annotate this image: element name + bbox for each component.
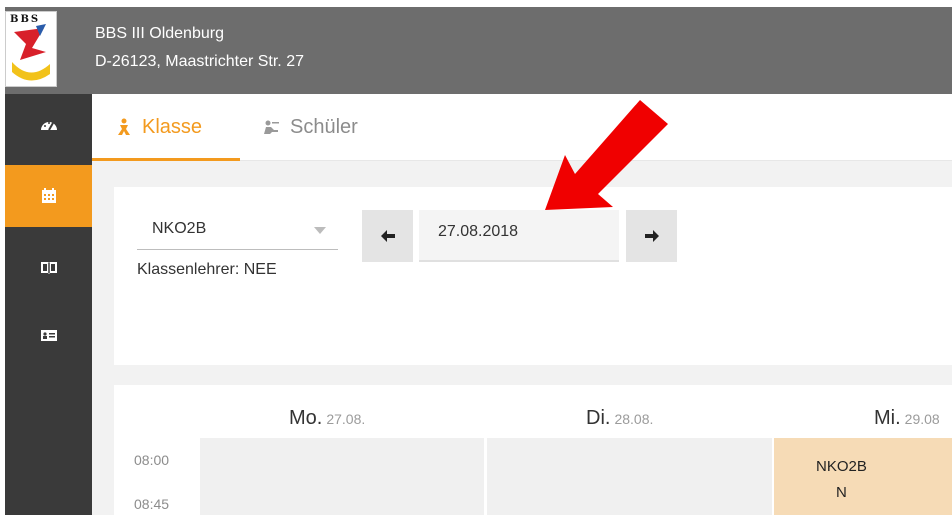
sidebar-item-calendar[interactable] bbox=[5, 165, 92, 227]
day-header-wednesday: Mi. 29.08 bbox=[874, 407, 940, 430]
app-header: BBS BBS III Oldenburg D-26123, Maastrich… bbox=[5, 7, 952, 94]
date-field[interactable]: 27.08.2018 bbox=[419, 210, 619, 262]
timetable: Mo. 27.08. Di. 28.08. Mi. 29.08 08:00 08:45… bbox=[114, 385, 952, 515]
arrow-right-icon bbox=[644, 230, 659, 242]
day-header-tuesday: Di. 28.08. bbox=[586, 407, 653, 430]
tab-schueler-label: Schüler bbox=[290, 115, 358, 138]
day-date: 27.08. bbox=[326, 411, 366, 427]
sidebar-item-dashboard[interactable] bbox=[5, 94, 92, 156]
class-select[interactable]: NKO2B bbox=[137, 211, 338, 250]
student-icon bbox=[264, 120, 279, 134]
dashboard-icon bbox=[40, 122, 57, 131]
timetable-cell-monday[interactable] bbox=[200, 438, 484, 515]
tab-klasse-label: Klasse bbox=[142, 115, 203, 138]
book-icon bbox=[40, 262, 57, 274]
class-select-value: NKO2B bbox=[152, 220, 207, 237]
main-content: Klasse Schüler NKO2B Klassenlehrer: NEE … bbox=[92, 94, 952, 515]
lesson-class: NKO2B bbox=[816, 458, 867, 475]
active-tab-indicator bbox=[92, 158, 240, 161]
timetable-cell-tuesday[interactable] bbox=[487, 438, 772, 515]
previous-date-button[interactable] bbox=[362, 210, 413, 262]
time-label: 08:45 bbox=[134, 496, 170, 512]
class-icon bbox=[118, 118, 130, 135]
day-date: 28.08. bbox=[614, 411, 654, 427]
tab-schueler[interactable]: Schüler bbox=[262, 114, 358, 140]
sidebar-item-id-card[interactable] bbox=[5, 304, 92, 366]
day-name: Di. bbox=[586, 407, 611, 429]
next-date-button[interactable] bbox=[626, 210, 677, 262]
sidebar-item-book[interactable] bbox=[5, 236, 92, 298]
school-address: D-26123, Maastrichter Str. 27 bbox=[95, 53, 304, 70]
school-logo: BBS bbox=[5, 11, 57, 87]
arrow-left-icon bbox=[380, 230, 395, 242]
id-card-icon bbox=[40, 330, 57, 341]
day-name: Mo. bbox=[289, 407, 323, 429]
day-date: 29.08 bbox=[904, 411, 940, 427]
calendar-icon bbox=[41, 188, 56, 203]
day-name: Mi. bbox=[874, 407, 901, 429]
date-value: 27.08.2018 bbox=[438, 223, 519, 240]
time-label: 08:00 bbox=[134, 452, 170, 468]
chevron-down-icon bbox=[314, 227, 326, 234]
day-header-monday: Mo. 27.08. bbox=[289, 407, 365, 430]
lesson-block[interactable]: NKO2B N bbox=[774, 438, 952, 515]
filter-card: NKO2B Klassenlehrer: NEE 27.08.2018 bbox=[114, 187, 952, 365]
tab-bar: Klasse Schüler bbox=[92, 94, 952, 161]
lesson-subject: N bbox=[836, 484, 847, 501]
tab-klasse[interactable]: Klasse bbox=[116, 114, 202, 140]
school-name: BBS III Oldenburg bbox=[95, 25, 224, 42]
sidebar bbox=[5, 94, 92, 515]
timetable-grid: NKO2B N bbox=[200, 438, 952, 515]
class-teacher-label: Klassenlehrer: NEE bbox=[137, 261, 277, 278]
